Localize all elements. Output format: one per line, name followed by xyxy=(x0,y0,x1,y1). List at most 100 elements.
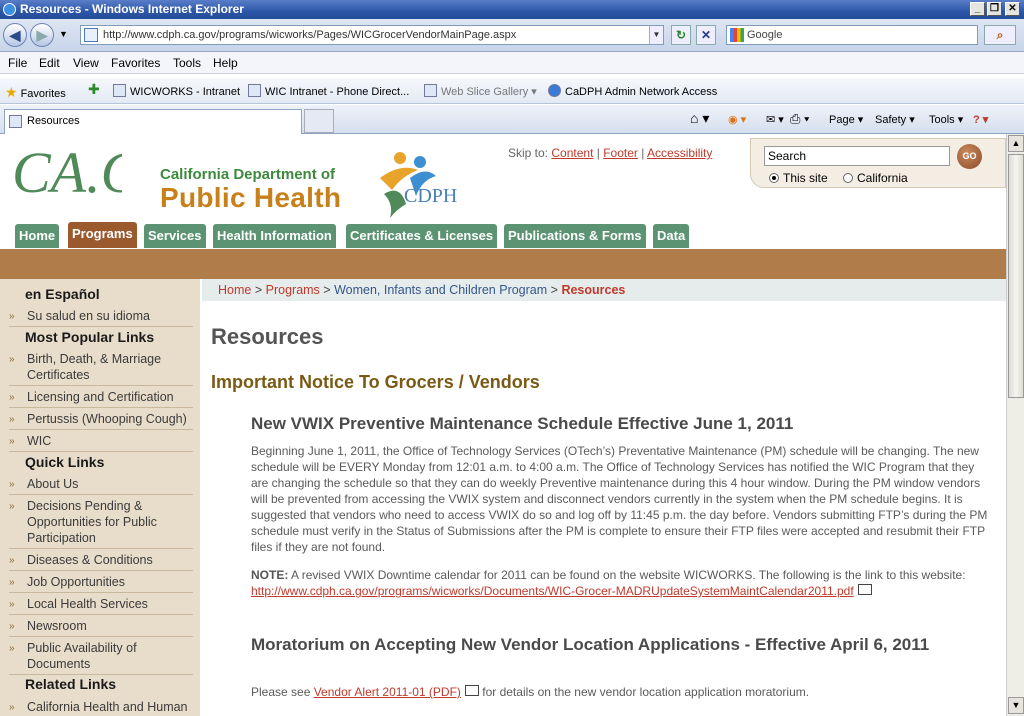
favorites-bar: ★ Favorites ✚ WICWORKS - Intranet WIC Int… xyxy=(0,78,1024,104)
scroll-thumb[interactable] xyxy=(1008,154,1024,398)
radio-california[interactable]: California xyxy=(843,171,908,185)
skip-footer-link[interactable]: Footer xyxy=(603,146,638,160)
sidebar-link-chhs[interactable]: » California Health and Human xyxy=(9,699,193,716)
address-input[interactable]: http://www.cdph.ca.gov/programs/wicworks… xyxy=(80,25,664,45)
sidebar-link-birth-death[interactable]: » Birth, Death, & Marriage Certificates xyxy=(9,351,193,386)
sidebar-link-newsroom[interactable]: » Newsroom xyxy=(9,618,193,637)
arrow-icon: » xyxy=(9,702,15,713)
arrow-icon: » xyxy=(9,414,15,425)
site-header: CA.GOV California Department of Public H… xyxy=(0,134,1006,249)
calendar-pdf-link[interactable]: http://www.cdph.ca.gov/programs/wicworks… xyxy=(251,584,854,598)
arrow-icon: » xyxy=(9,577,15,588)
window-title: Resources - Windows Internet Explorer xyxy=(20,2,244,16)
close-window-button[interactable]: ✕ xyxy=(1005,2,1020,16)
back-button[interactable]: ◀ xyxy=(3,23,27,47)
search-go-button[interactable]: ⌕ xyxy=(984,25,1016,45)
sidebar-link-jobs[interactable]: » Job Opportunities xyxy=(9,574,193,593)
menu-tools[interactable]: Tools xyxy=(173,56,201,70)
menu-file[interactable]: File xyxy=(8,56,27,70)
fav-wicworks[interactable]: WICWORKS - Intranet xyxy=(113,84,240,98)
arrow-icon: » xyxy=(9,311,15,322)
menu-help[interactable]: Help xyxy=(213,56,238,70)
breadcrumb-separator: > xyxy=(254,283,263,297)
cdph-wordmark[interactable]: California Department of Public Health xyxy=(160,166,341,213)
mail-icon[interactable]: ✉ ▾ xyxy=(766,113,784,126)
favorites-button[interactable]: ★ Favorites xyxy=(5,84,66,101)
moratorium-paragraph: Please see Vendor Alert 2011-01 (PDF) fo… xyxy=(251,684,991,701)
nav-programs[interactable]: Programs xyxy=(68,222,137,248)
print-icon[interactable]: ⎙ ▾ xyxy=(790,111,809,127)
sidebar-link-pertussis[interactable]: » Pertussis (Whooping Cough) xyxy=(9,411,193,430)
breadcrumb-wic[interactable]: Women, Infants and Children Program xyxy=(334,283,547,297)
sidebar-link-local-health[interactable]: » Local Health Services xyxy=(9,596,193,615)
arrow-icon: » xyxy=(9,599,15,610)
skip-content-link[interactable]: Content xyxy=(551,146,593,160)
cdph-logo[interactable]: CDPH xyxy=(370,148,465,220)
restore-button[interactable]: ❐ xyxy=(987,2,1002,16)
page-menu[interactable]: Page ▾ xyxy=(829,113,863,126)
radio-this-site[interactable]: This site xyxy=(769,171,828,185)
arrow-icon: » xyxy=(9,436,15,447)
vertical-scrollbar[interactable]: ▲ ▼ xyxy=(1006,134,1024,716)
safety-menu[interactable]: Safety ▾ xyxy=(875,113,915,126)
sidebar-link-licensing[interactable]: » Licensing and Certification xyxy=(9,389,193,408)
nav-services[interactable]: Services xyxy=(144,224,206,248)
window-titlebar: Resources - Windows Internet Explorer _ … xyxy=(0,0,1024,19)
scroll-up-icon[interactable]: ▲ xyxy=(1008,135,1024,152)
go-button[interactable]: GO xyxy=(957,144,982,169)
forward-button[interactable]: ▶ xyxy=(30,23,54,47)
breadcrumb-programs[interactable]: Programs xyxy=(266,283,320,297)
fav-wic-intranet[interactable]: WIC Intranet - Phone Direct... xyxy=(248,84,409,98)
menu-edit[interactable]: Edit xyxy=(39,56,60,70)
address-dropdown-icon[interactable]: ▼ xyxy=(649,26,663,44)
nav-publications-forms[interactable]: Publications & Forms xyxy=(504,224,646,248)
site-search-input[interactable]: Search xyxy=(764,146,950,166)
nav-data[interactable]: Data xyxy=(653,224,690,248)
dept-subtitle: California Department of xyxy=(160,166,336,183)
skip-links: Skip to: Content | Footer | Accessibilit… xyxy=(508,146,713,160)
home-icon[interactable]: ⌂ ▾ xyxy=(690,110,709,127)
note-paragraph: NOTE: A revised VWIX Downtime calendar f… xyxy=(251,567,991,600)
tab-resources[interactable]: Resources xyxy=(4,109,302,134)
new-tab-button[interactable] xyxy=(304,109,334,133)
ca-gov-logo-text: CA.GOV xyxy=(12,140,122,205)
fav-cadph-admin[interactable]: CaDPH Admin Network Access xyxy=(548,84,717,98)
menu-view[interactable]: View xyxy=(73,56,99,70)
arrow-icon: » xyxy=(9,555,15,566)
help-icon[interactable]: ? ▾ xyxy=(973,113,988,126)
web-page: CA.GOV California Department of Public H… xyxy=(0,134,1006,716)
scroll-down-icon[interactable]: ▼ xyxy=(1008,697,1024,714)
sidebar-link-su-salud[interactable]: » Su salud en su idioma xyxy=(9,308,193,327)
skip-accessibility-link[interactable]: Accessibility xyxy=(647,146,712,160)
sidebar-link-public-availability[interactable]: » Public Availability of Documents xyxy=(9,640,193,675)
breadcrumb-home[interactable]: Home xyxy=(218,283,251,297)
recent-pages-chevron-icon[interactable]: ▼ xyxy=(59,29,68,39)
fav-web-slice-gallery[interactable]: Web Slice Gallery ▾ xyxy=(424,84,537,98)
tools-menu[interactable]: Tools ▾ xyxy=(929,113,963,126)
sidebar-link-diseases[interactable]: » Diseases & Conditions xyxy=(9,552,193,571)
arrow-icon: » xyxy=(9,501,15,512)
notice-heading: Important Notice To Grocers / Vendors xyxy=(211,372,540,392)
most-popular-heading: Most Popular Links xyxy=(25,329,155,345)
minimize-button[interactable]: _ xyxy=(970,2,985,16)
add-favorite-icon[interactable]: ✚ xyxy=(88,81,100,98)
menu-favorites[interactable]: Favorites xyxy=(111,56,160,70)
vendor-alert-link[interactable]: Vendor Alert 2011-01 (PDF) xyxy=(314,685,461,699)
nav-home[interactable]: Home xyxy=(15,224,60,248)
globe-icon xyxy=(548,84,561,97)
sidebar-link-decisions-pending[interactable]: » Decisions Pending & Opportunities for P… xyxy=(9,498,193,549)
stop-button[interactable]: ✕ xyxy=(696,25,716,45)
en-espanol-heading: en Español xyxy=(25,286,100,302)
ca-gov-logo[interactable]: CA.GOV xyxy=(12,140,122,216)
new-window-icon xyxy=(461,685,479,701)
nav-certificates-licenses[interactable]: Certificates & Licenses xyxy=(346,224,498,248)
feeds-icon[interactable]: ◉ ▾ xyxy=(728,113,746,126)
related-links-heading: Related Links xyxy=(25,676,117,692)
web-search-input[interactable]: Google xyxy=(726,25,978,45)
sidebar-link-about-us[interactable]: » About Us xyxy=(9,476,193,495)
sidebar-link-wic[interactable]: » WIC xyxy=(9,433,193,452)
moratorium-pre: Please see xyxy=(251,685,311,699)
nav-health-information[interactable]: Health Information xyxy=(213,224,336,248)
page-icon xyxy=(113,84,126,97)
refresh-button[interactable]: ↻ xyxy=(671,25,691,45)
